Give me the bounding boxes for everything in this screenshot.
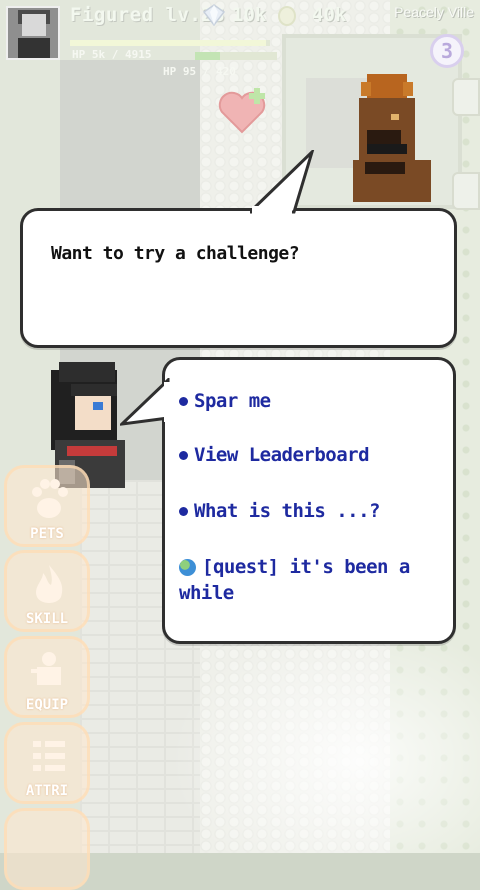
paw-icon xyxy=(32,479,68,518)
attri-label: ATTRI xyxy=(25,783,69,799)
player-name: Figured lv.23 xyxy=(70,4,226,26)
equip-button[interactable]: EQUIP xyxy=(4,636,90,718)
menu-button-more[interactable] xyxy=(4,808,90,890)
gem-icon xyxy=(203,4,225,26)
option-quest[interactable]: [quest] it's been a while xyxy=(179,554,449,606)
option-what-is-this[interactable]: What is this ...? xyxy=(179,498,449,524)
pets-label: PETS xyxy=(30,526,64,542)
globe-icon xyxy=(179,559,196,576)
hp-bar xyxy=(70,40,270,46)
coin-count: 40k xyxy=(312,4,347,26)
option-leaderboard[interactable]: View Leaderboard xyxy=(179,442,449,468)
bullet-icon xyxy=(179,451,188,460)
option-spar[interactable]: Spar me xyxy=(179,388,449,414)
bullet-icon xyxy=(179,397,188,406)
pet-hp-bar xyxy=(195,52,277,60)
attributes-icon xyxy=(33,741,65,771)
npc-sprite[interactable] xyxy=(345,70,435,202)
location-name: Peacely Ville xyxy=(394,4,474,20)
npc-speech-bubble: Want to try a challenge? xyxy=(20,208,457,348)
npc-bubble-tail xyxy=(250,150,315,214)
heart-icon[interactable] xyxy=(216,88,268,136)
npc-dialog-text: Want to try a challenge? xyxy=(51,243,300,264)
pets-button[interactable]: PETS xyxy=(4,465,90,547)
skill-label: SKILL xyxy=(25,611,69,627)
mail-button[interactable] xyxy=(452,172,480,210)
fire-icon xyxy=(36,565,63,603)
fog-glow xyxy=(170,620,480,853)
player-avatar[interactable] xyxy=(6,6,60,60)
notification-badge[interactable]: 3 xyxy=(430,34,464,68)
equipment-icon xyxy=(31,652,61,685)
coin-icon xyxy=(278,6,296,26)
side-menu-button[interactable] xyxy=(452,78,480,116)
options-bubble-tail xyxy=(120,378,170,426)
hp-text: HP 5k / 4915 xyxy=(72,48,152,61)
equip-label: EQUIP xyxy=(25,697,69,713)
bullet-icon xyxy=(179,507,188,516)
dialog-options-bubble: Spar me View Leaderboard What is this ..… xyxy=(162,357,456,644)
pet-hp-text: HP 95 / 420 xyxy=(163,65,236,78)
skill-button[interactable]: SKILL xyxy=(4,550,90,632)
gem-count: 10k xyxy=(232,4,267,26)
attri-button[interactable]: ATTRI xyxy=(4,722,90,804)
